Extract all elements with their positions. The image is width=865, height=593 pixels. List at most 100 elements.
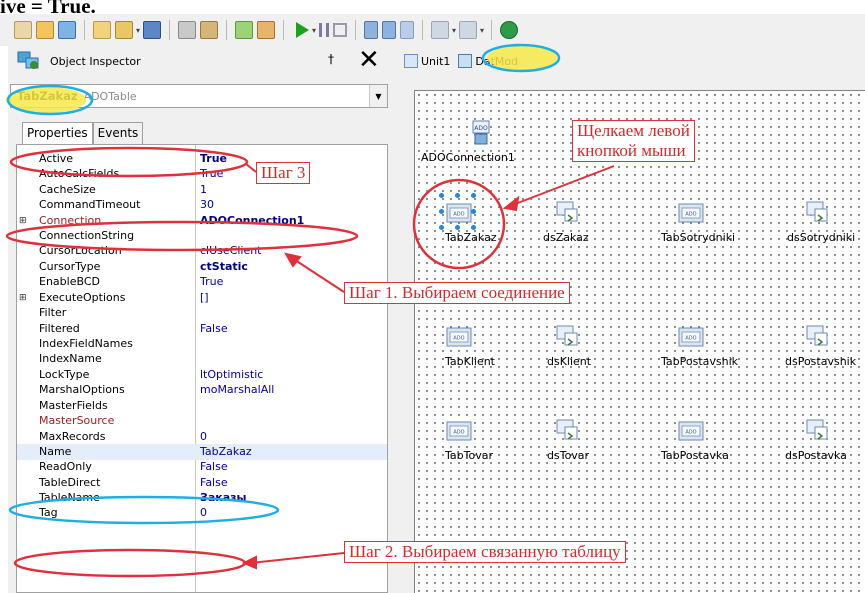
property-name: TableName [39,491,100,505]
property-value[interactable]: 30 [200,198,214,211]
chevron-down-icon[interactable]: ▾ [312,26,316,35]
datasource-icon [553,417,581,445]
selection-handle[interactable] [471,209,476,214]
property-value[interactable]: True [200,275,223,288]
save-icon[interactable] [58,21,76,39]
tab-datmod[interactable]: DatMod [454,50,522,72]
property-value[interactable]: ltOptimistic [200,368,263,381]
property-value[interactable]: True [200,152,227,165]
forward-icon[interactable] [459,21,478,39]
step-over-icon[interactable] [382,21,397,39]
selection-handle[interactable] [455,225,460,230]
datasource-icon [803,323,831,351]
property-value[interactable]: False [200,476,228,489]
selection-handle[interactable] [439,193,444,198]
stop-icon[interactable] [333,23,348,37]
property-row-tabledirect[interactable]: TableDirect False [17,475,387,491]
property-row-name[interactable]: Name TabZakaz [17,444,387,460]
expand-icon[interactable]: ⊞ [19,293,29,303]
property-row-connectionstring[interactable]: ConnectionString [17,228,387,244]
property-value[interactable]: 0 [200,506,207,519]
property-row-indexname[interactable]: IndexName [17,351,387,367]
property-row-enablebcd[interactable]: EnableBCD True [17,274,387,290]
property-row-commandtimeout[interactable]: CommandTimeout 30 [17,197,387,213]
property-value[interactable]: True [200,167,223,180]
property-value[interactable]: clUseClient [200,244,262,257]
chevron-down-icon[interactable]: ▼ [369,85,387,107]
property-value[interactable]: TabZakaz [200,445,252,458]
tab-properties[interactable]: Properties [22,122,93,144]
pause-icon[interactable] [319,23,330,37]
chevron-down-icon[interactable]: ▾ [452,26,456,35]
save-all-icon[interactable] [115,21,133,39]
open-project-icon[interactable] [93,21,111,39]
open-icon[interactable] [36,21,54,39]
component-label: dsPostavshik [785,355,857,368]
tab-unit1[interactable]: Unit1 [400,50,454,72]
chevron-down-icon[interactable]: ▾ [480,26,484,35]
property-row-masterfields[interactable]: MasterFields [17,398,387,414]
property-row-autocalcfields[interactable]: AutoCalcFields True [17,166,387,182]
svg-text:ADO: ADO [685,212,696,218]
property-row-active[interactable]: Active True [17,151,387,167]
datasource-icon [553,199,581,227]
property-row-connection[interactable]: ⊞ Connection ADOConnection1 [17,213,387,229]
annotation-step1: Шаг 1. Выбираем соединение [344,282,570,304]
property-row-filtered[interactable]: Filtered False [17,321,387,337]
selection-handles[interactable] [439,193,477,231]
expand-icon[interactable]: ⊞ [19,216,29,226]
property-row-tablename[interactable]: TableName Заказы [17,490,387,506]
selection-handle[interactable] [471,193,476,198]
property-row-cachesize[interactable]: CacheSize 1 [17,182,387,198]
run-icon[interactable] [296,22,310,38]
property-row-locktype[interactable]: LockType ltOptimistic [17,367,387,383]
property-value[interactable]: 0 [200,430,207,443]
property-value[interactable]: moMarshalAll [200,383,274,396]
svg-text:ADO: ADO [474,125,488,132]
property-row-indexfieldnames[interactable]: IndexFieldNames [17,336,387,352]
property-name: CursorLocation [39,244,122,258]
selection-handle[interactable] [455,193,460,198]
property-value[interactable]: ctStatic [200,260,248,273]
property-value[interactable]: Заказы [200,491,246,504]
print-icon[interactable] [178,21,197,39]
property-row-readonly[interactable]: ReadOnly False [17,459,387,475]
property-row-maxrecords[interactable]: MaxRecords 0 [17,429,387,445]
property-value[interactable]: False [200,322,228,335]
chevron-down-icon[interactable]: ▾ [136,26,140,35]
remove-icon[interactable] [257,21,276,39]
back-icon[interactable] [431,21,450,39]
property-row-cursorlocation[interactable]: CursorLocation clUseClient [17,243,387,259]
property-row-mastersource[interactable]: MasterSource [17,413,387,429]
tab-events[interactable]: Events [92,122,144,144]
trace-into-icon[interactable] [364,21,379,39]
selection-handle[interactable] [471,225,476,230]
svg-text:ADO: ADO [453,430,464,436]
step-icon[interactable] [400,21,415,39]
component-label: dsZakaz [543,231,589,244]
close-icon[interactable]: ✕ [358,45,380,75]
floppy-icon[interactable] [143,21,162,39]
object-selector-combo[interactable]: TabZakaz ADOTable ▼ [10,84,388,108]
property-value[interactable]: ADOConnection1 [200,214,304,227]
property-row-cursortype[interactable]: CursorType ctStatic [17,259,387,275]
property-name: Name [39,445,72,459]
selection-handle[interactable] [439,225,444,230]
property-value[interactable]: False [200,460,228,473]
property-row-marshaloptions[interactable]: MarshalOptions moMarshalAll [17,382,387,398]
ado-connection-icon: ADO [467,119,495,147]
svg-text:ADO: ADO [453,336,464,342]
clipboard-icon[interactable] [200,21,219,39]
new-icon[interactable] [14,21,32,39]
add-icon[interactable] [235,21,254,39]
property-value[interactable]: [] [200,291,209,304]
property-row-filter[interactable]: Filter [17,305,387,321]
datamodule-canvas[interactable]: ADO ADOConnection1 ADO TabZakaz dsZakaz ADO Ta… [414,90,865,593]
property-value[interactable]: 1 [200,183,207,196]
help-icon[interactable] [500,21,519,39]
property-row-tag[interactable]: Tag 0 [17,505,387,521]
property-row-executeoptions[interactable]: ⊞ ExecuteOptions [] [17,290,387,306]
pin-icon[interactable]: † [328,52,334,66]
ado-table-icon: ADO [677,417,705,445]
selection-handle[interactable] [439,209,444,214]
